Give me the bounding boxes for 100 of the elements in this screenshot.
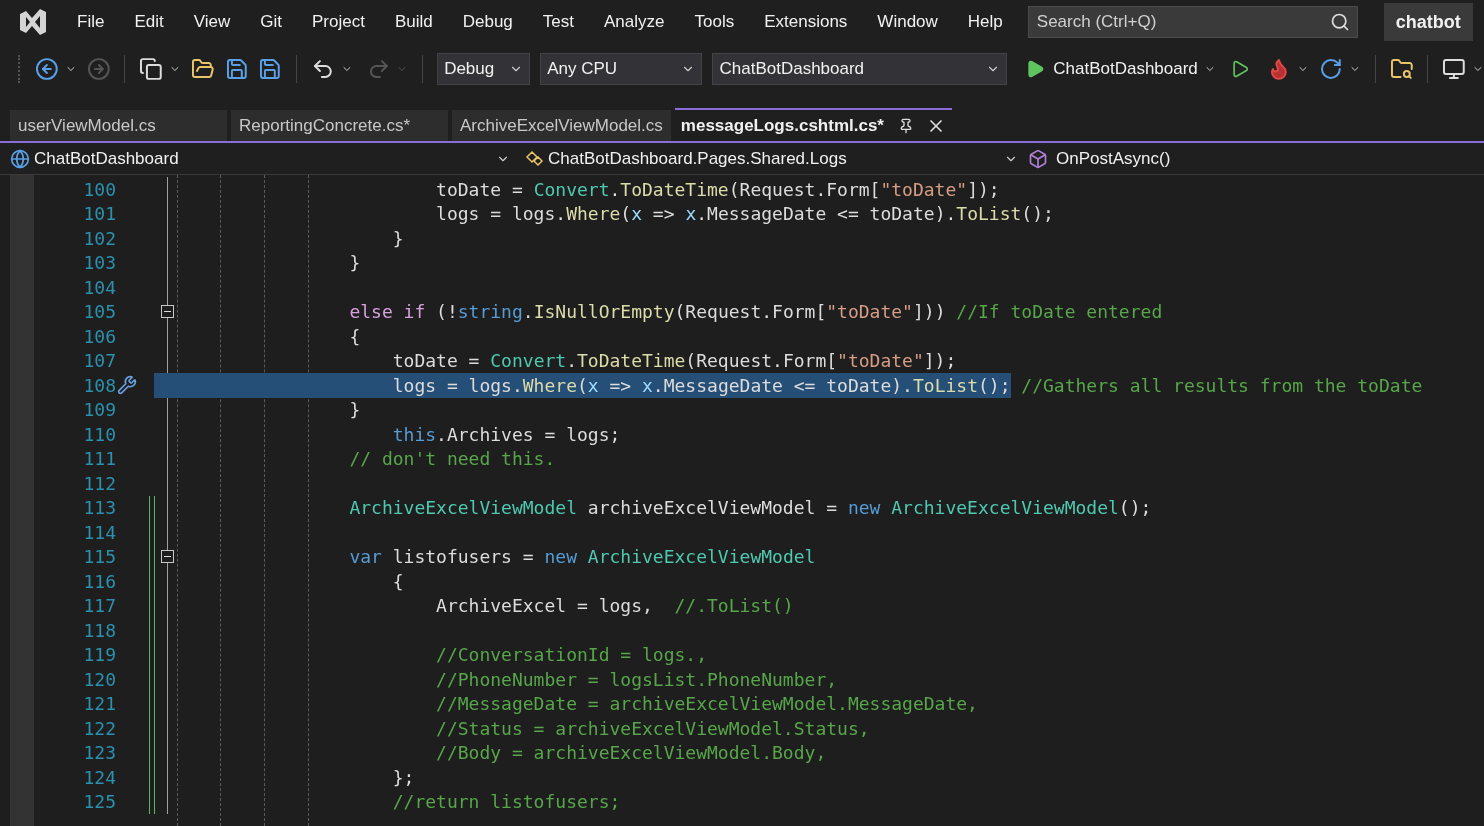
code-token: {	[348, 325, 361, 347]
line-number: 103	[83, 252, 116, 274]
save-all-icon[interactable]	[258, 57, 282, 81]
code-token: ]);	[967, 178, 1000, 200]
code-token: IsNullOrEmpty	[533, 301, 675, 323]
line-number: 120	[83, 668, 116, 690]
line-number: 112	[83, 472, 116, 494]
file-tab[interactable]: ArchiveExcelViewModel.cs	[452, 110, 671, 141]
menu-item[interactable]: Extensions	[749, 9, 863, 35]
line-number: 114	[83, 521, 116, 543]
menu-item[interactable]: Build	[379, 9, 448, 35]
code-token: Convert	[533, 178, 610, 200]
member-dropdown[interactable]: OnPostAsync()	[1028, 145, 1171, 172]
code-token: }	[348, 399, 361, 421]
code-comment: //ConversationId = logs.,	[435, 644, 707, 666]
play-icon[interactable]	[1025, 59, 1046, 79]
line-number: 111	[83, 448, 116, 470]
code-token: toDate =	[391, 350, 481, 372]
code-comment: //MessageDate = archiveExcelViewModel.MessageDate,	[435, 693, 978, 715]
code-token: .	[566, 350, 577, 372]
menu-item[interactable]: Debug	[447, 9, 528, 35]
line-number: 101	[83, 203, 116, 225]
line-number: 105	[83, 301, 116, 323]
menu-item[interactable]: Window	[862, 9, 953, 35]
code-token: this	[391, 423, 437, 445]
open-folder-icon[interactable]	[190, 57, 215, 81]
file-tab[interactable]: ReportingConcrete.cs*	[231, 110, 448, 141]
line-number: 115	[83, 546, 116, 568]
code-token: x	[685, 203, 697, 225]
project-dropdown[interactable]: ChatBotDashboard	[10, 145, 510, 172]
line-number: 108	[83, 374, 116, 396]
code-token: x	[631, 203, 642, 225]
startup-project-dropdown[interactable]: ChatBotDashboard	[712, 53, 1008, 85]
code-token: "toDate"	[837, 350, 924, 372]
code-token: Convert	[490, 350, 567, 372]
window-icon[interactable]	[1442, 57, 1466, 81]
search-field[interactable]: Search (Ctrl+Q)	[1027, 6, 1358, 38]
code-token: .Archives = logs;	[436, 423, 621, 445]
code-comment: //return listofusers;	[391, 791, 621, 813]
type-dropdown[interactable]: ChatBotDashboard.Pages.Shared.Logs	[524, 145, 1018, 172]
code-comment: //PhoneNumber = logsList.PhoneNumber,	[435, 668, 838, 690]
code-token: ArchiveExcel = logs,	[435, 595, 654, 617]
menu-item[interactable]: View	[178, 9, 246, 35]
menu-item[interactable]: Analyze	[589, 9, 680, 35]
back-icon[interactable]	[35, 57, 59, 81]
file-tab[interactable]: userViewModel.cs	[10, 110, 227, 141]
code-token: ();	[1021, 203, 1054, 225]
code-token: string	[457, 301, 523, 323]
line-number: 119	[83, 644, 116, 666]
collapse-toggle[interactable]	[160, 550, 174, 564]
menu-item[interactable]: File	[62, 9, 120, 35]
code-token: (Request.Form[	[728, 178, 881, 200]
code-comment: //.ToList()	[674, 595, 794, 617]
line-number: 125	[83, 791, 116, 813]
solution-name[interactable]: chatbot	[1383, 3, 1473, 41]
code-token: ToDateTime	[620, 178, 729, 200]
code-token: };	[391, 766, 415, 788]
menu-item[interactable]: Help	[952, 9, 1018, 35]
code-comment: //Status = archiveExcelViewModel.Status,	[435, 717, 870, 739]
platform-dropdown[interactable]: Any CPU	[540, 53, 703, 85]
run-button[interactable]: ChatBotDashboard	[1025, 56, 1198, 82]
undo-icon[interactable]	[311, 57, 335, 81]
refresh-icon[interactable]	[1319, 57, 1343, 81]
new-item-icon[interactable]	[139, 57, 163, 81]
line-number: 122	[83, 717, 116, 739]
code-token: toDate =	[435, 178, 524, 200]
line-number: 109	[83, 399, 116, 421]
line-number: 117	[83, 595, 116, 617]
menu-item[interactable]: Project	[297, 9, 380, 35]
line-number: 100	[83, 178, 116, 200]
line-number: 123	[83, 742, 116, 764]
cube-icon[interactable]	[1028, 148, 1048, 169]
collapse-toggle[interactable]	[160, 305, 174, 319]
code-comment: //If toDate entered	[956, 301, 1163, 323]
line-number: 118	[83, 619, 116, 641]
menu-item[interactable]: Tools	[679, 9, 750, 35]
configuration-dropdown[interactable]: Debug	[437, 53, 531, 85]
code-token: .	[522, 301, 534, 323]
code-token: (	[620, 203, 632, 225]
code-token: ]);	[923, 350, 957, 372]
folder-search-icon[interactable]	[1389, 57, 1414, 81]
class-icon[interactable]	[524, 148, 544, 169]
globe-icon[interactable]	[10, 148, 30, 169]
menu-item[interactable]: Edit	[119, 9, 179, 35]
code-token: (Request.Form[	[674, 301, 827, 323]
code-token: {	[391, 570, 404, 592]
code-token: archiveExcelViewModel =	[586, 497, 839, 519]
search-icon[interactable]	[1329, 12, 1350, 32]
line-number: 102	[83, 227, 116, 249]
menu-item[interactable]: Test	[527, 9, 589, 35]
code-token: ArchiveExcelViewModel	[891, 497, 1119, 519]
code-comment: // don't need this.	[348, 448, 556, 470]
menu-item[interactable]: Git	[245, 9, 297, 35]
save-icon[interactable]	[224, 57, 249, 81]
code-token: var	[348, 546, 382, 568]
code-token: new	[544, 546, 578, 568]
code-token: logs = logs.	[435, 203, 567, 225]
selected-code: logs = logs.Where(x => x.MessageDate <= toDate).ToList();	[154, 372, 1011, 398]
code-token: .MessageDate <= toDate).	[696, 203, 957, 225]
line-number: 106	[83, 325, 116, 347]
